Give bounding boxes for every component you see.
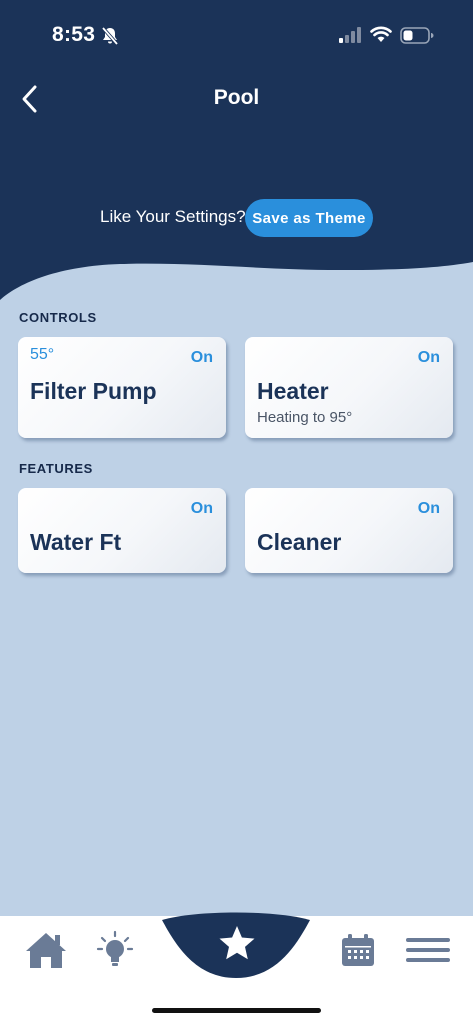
tab-favorites[interactable]: [211, 920, 263, 970]
card-status: On: [417, 500, 440, 517]
menu-icon: [406, 937, 450, 968]
status-time: 8:53: [52, 23, 96, 46]
home-indicator[interactable]: [152, 1008, 321, 1013]
star-icon: [217, 923, 257, 968]
card-name: Heater: [257, 378, 329, 404]
bell-slash-icon: [100, 26, 120, 51]
cleaner-card[interactable]: On Cleaner: [245, 488, 453, 573]
card-detail: Heating to 95°: [257, 409, 353, 426]
wifi-icon: [370, 25, 392, 48]
page-title: Pool: [213, 86, 260, 109]
home-icon: [24, 930, 68, 975]
water-ft-card[interactable]: On Water Ft: [18, 488, 226, 573]
calendar-icon: [340, 932, 376, 973]
battery-icon: [400, 27, 434, 49]
theme-prompt: Like Your Settings?: [100, 207, 246, 226]
tab-lights[interactable]: [92, 930, 138, 974]
card-temperature: 55°: [30, 346, 55, 363]
card-status: On: [417, 349, 440, 366]
filter-pump-card[interactable]: 55° On Filter Pump: [18, 337, 226, 438]
status-bar: 8:53: [0, 0, 473, 70]
card-name: Filter Pump: [30, 378, 157, 404]
heater-card[interactable]: On Heater Heating to 95°: [245, 337, 453, 438]
card-status: On: [190, 500, 213, 517]
card-name: Water Ft: [30, 529, 122, 555]
card-name: Cleaner: [257, 529, 342, 555]
tab-home[interactable]: [20, 930, 72, 974]
tab-schedule[interactable]: [334, 930, 382, 974]
card-status: On: [190, 349, 213, 366]
lightbulb-icon: [95, 930, 135, 975]
save-as-theme-button[interactable]: Save as Theme: [245, 199, 373, 237]
tab-bar: [0, 910, 473, 1024]
tab-menu[interactable]: [402, 930, 454, 974]
controls-section-title: CONTROLS: [19, 310, 97, 325]
signal-icon: [339, 27, 363, 48]
features-section-title: FEATURES: [19, 461, 93, 476]
